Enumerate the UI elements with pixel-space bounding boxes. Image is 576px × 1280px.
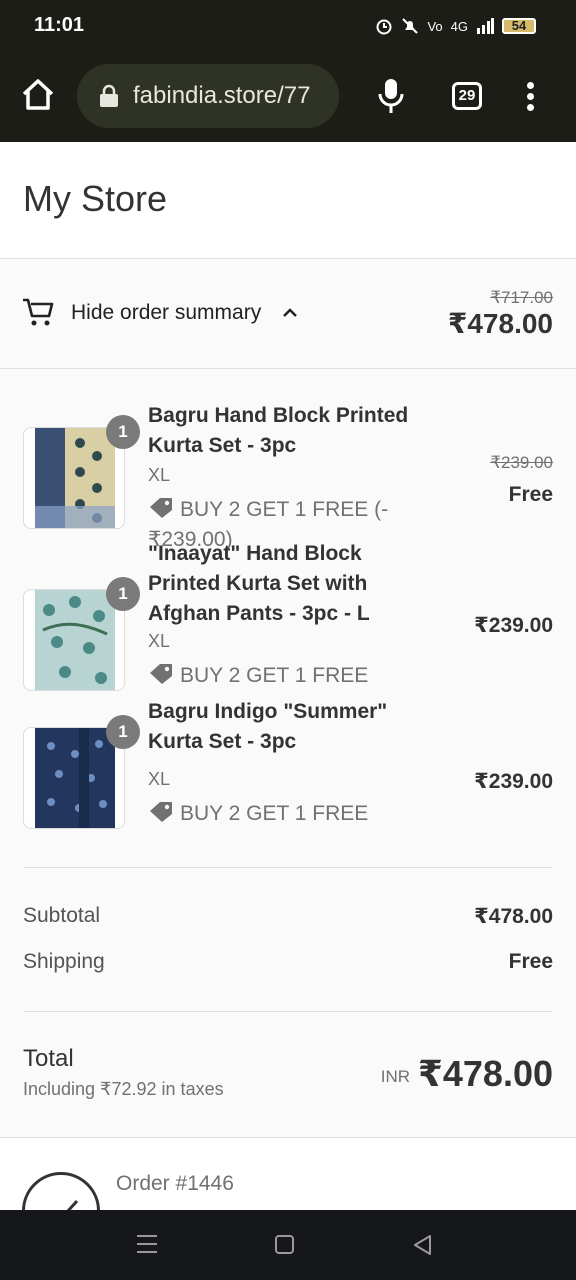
cart-icon bbox=[23, 298, 54, 326]
tag-icon bbox=[150, 664, 172, 684]
quantity-badge: 1 bbox=[106, 715, 140, 749]
original-total: ₹717.00 bbox=[490, 288, 553, 307]
divider bbox=[23, 867, 553, 868]
shipping-value: Free bbox=[508, 950, 553, 973]
quantity-badge: 1 bbox=[106, 415, 140, 449]
total-currency: INR bbox=[380, 1067, 410, 1086]
item-price: ₹239.00 bbox=[474, 614, 553, 637]
order-summary-toggle[interactable]: Hide order summary ₹717.00 ₹478.00 bbox=[0, 259, 576, 369]
item-price: Free bbox=[508, 483, 553, 506]
store-header: My Store bbox=[0, 142, 576, 259]
subtotal-label: Subtotal bbox=[23, 904, 101, 927]
recents-icon[interactable] bbox=[136, 1234, 158, 1254]
browser-toolbar: fabindia.store/77 29 bbox=[0, 52, 576, 142]
discount-line: BUY 2 GET 1 FREE bbox=[148, 661, 408, 691]
product-name: Bagru Indigo "Summer" Kurta Set - 3pc bbox=[148, 700, 388, 753]
url-text: fabindia.store/77 bbox=[133, 82, 311, 109]
discount-text: BUY 2 GET 1 FREE bbox=[180, 664, 369, 687]
home-icon[interactable] bbox=[20, 76, 56, 112]
product-name: Bagru Hand Block Printed Kurta Set - 3pc bbox=[148, 404, 409, 457]
status-time: 11:01 bbox=[34, 14, 85, 36]
status-bar: 11:01 Vo 4G 54 bbox=[0, 0, 576, 52]
mute-icon bbox=[402, 18, 419, 34]
tag-icon bbox=[150, 498, 172, 518]
order-number: Order #1446 bbox=[116, 1172, 234, 1195]
summary-total: ₹478.00 bbox=[447, 308, 553, 339]
shipping-label: Shipping bbox=[23, 950, 105, 973]
subtotal-value: ₹478.00 bbox=[474, 905, 553, 928]
network-label: 4G bbox=[450, 18, 468, 34]
tabs-icon[interactable]: 29 bbox=[452, 82, 482, 110]
toggle-label: Hide order summary bbox=[71, 301, 262, 324]
status-icons: Vo 4G 54 bbox=[375, 14, 536, 38]
product-variant: XL bbox=[148, 465, 171, 485]
nav-home-icon[interactable] bbox=[275, 1235, 294, 1254]
order-summary-body: 1 Bagru Hand Block Printed Kurta Set - 3… bbox=[0, 369, 576, 1138]
alarm-icon bbox=[376, 19, 392, 35]
tax-note: Including ₹72.92 in taxes bbox=[23, 1079, 224, 1099]
product-name: "Inaayat" Hand Block Printed Kurta Set w… bbox=[148, 542, 370, 625]
chevron-up-icon bbox=[283, 308, 297, 317]
tag-icon bbox=[150, 802, 172, 822]
battery-icon: 54 bbox=[502, 18, 536, 34]
check-circle-icon bbox=[22, 1172, 100, 1210]
total-amount: ₹478.00 bbox=[417, 1053, 553, 1094]
product-variant: XL bbox=[148, 631, 171, 651]
signal-icon bbox=[477, 18, 494, 34]
product-variant: XL bbox=[148, 769, 171, 789]
discount-text: BUY 2 GET 1 FREE bbox=[180, 802, 369, 825]
discount-line: BUY 2 GET 1 FREE bbox=[148, 799, 408, 829]
back-icon[interactable] bbox=[412, 1234, 432, 1256]
url-bar[interactable]: fabindia.store/77 bbox=[77, 64, 339, 128]
item-original-price: ₹239.00 bbox=[490, 453, 553, 472]
store-title[interactable]: My Store bbox=[23, 178, 167, 220]
item-price: ₹239.00 bbox=[474, 770, 553, 793]
volte-icon: Vo bbox=[427, 18, 443, 34]
system-nav-bar bbox=[0, 1210, 576, 1280]
lock-icon bbox=[100, 84, 118, 107]
divider bbox=[23, 1011, 553, 1012]
quantity-badge: 1 bbox=[106, 577, 140, 611]
mic-icon[interactable] bbox=[378, 78, 404, 114]
checkout-page: My Store Hide order summary ₹717.00 ₹478… bbox=[0, 142, 576, 1210]
total-label: Total bbox=[23, 1045, 74, 1072]
menu-icon[interactable] bbox=[522, 82, 538, 112]
order-confirmation: Order #1446 bbox=[0, 1138, 576, 1210]
